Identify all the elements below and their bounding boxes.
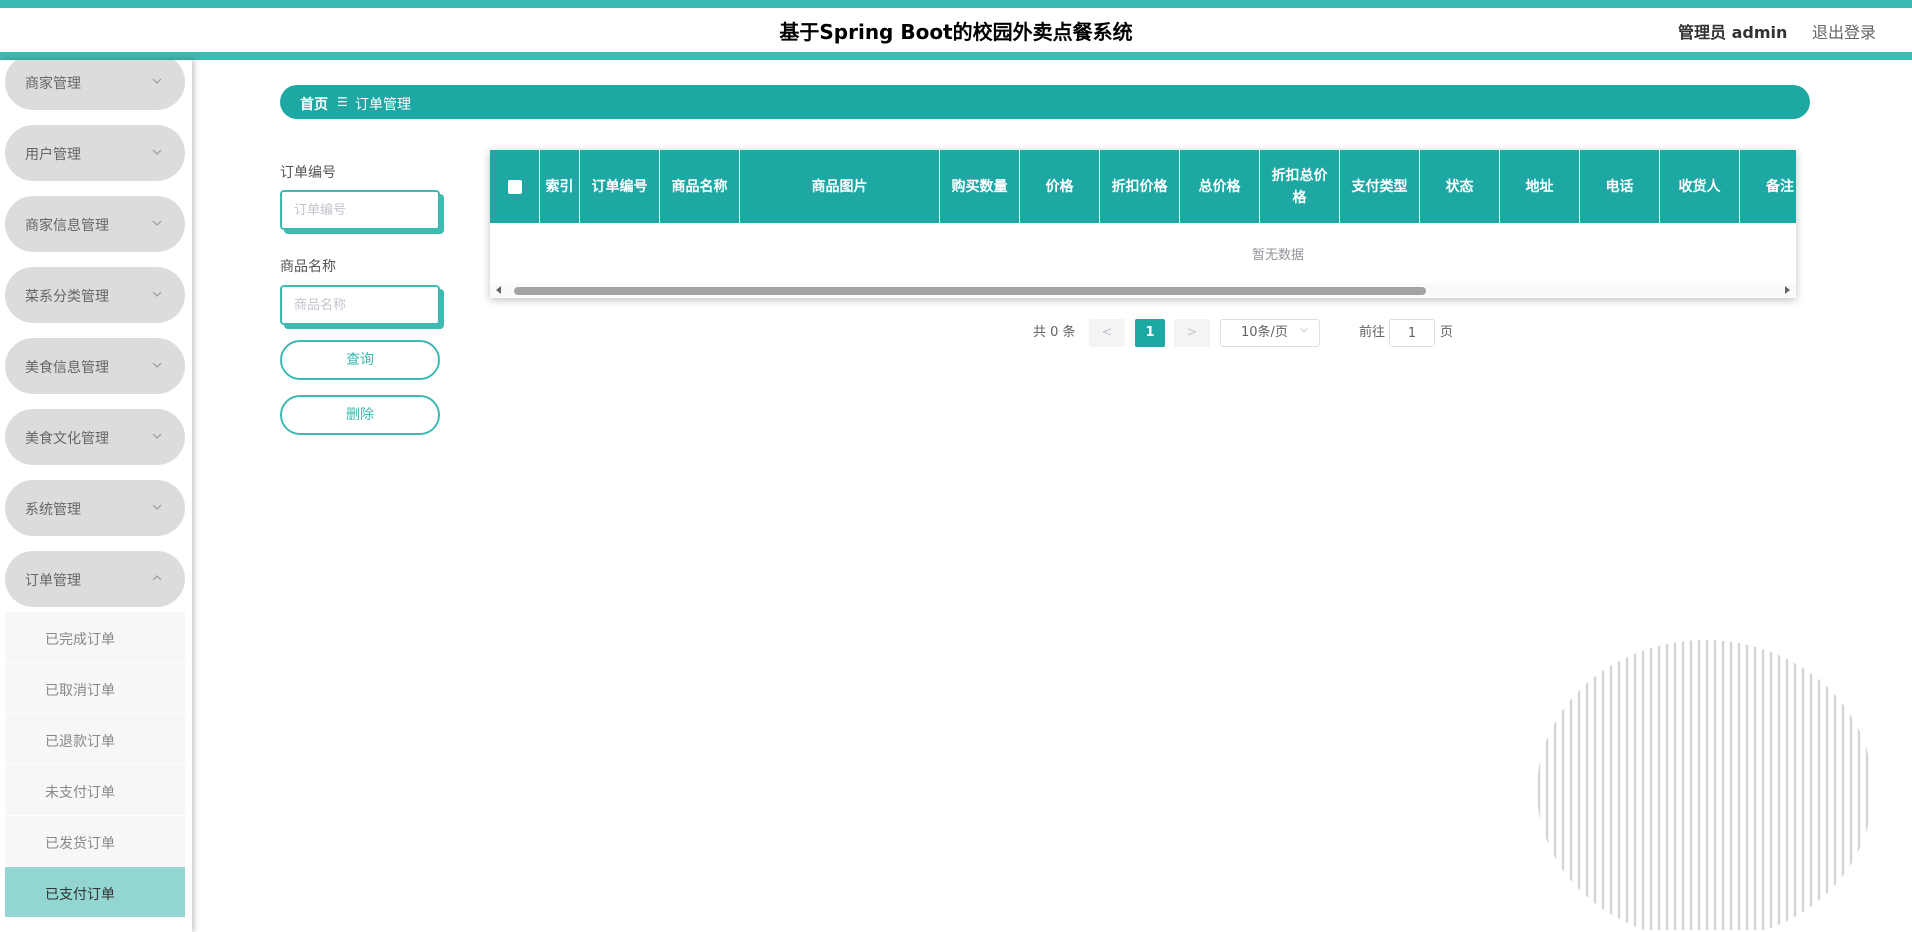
sidebar-item-label: 商家信息管理 [25,218,109,234]
sidebar-item-label: 系统管理 [25,502,81,518]
header-top-stripe [0,0,1912,8]
sidebar-item-label: 美食文化管理 [25,431,109,447]
sidebar-item-food-info-management[interactable]: 美食信息管理 [5,338,185,394]
chevron-up-icon [147,567,167,587]
delete-button[interactable]: 删除 [280,395,440,435]
column-header-order-no[interactable]: 订单编号 [580,150,660,223]
sidebar-item-user-management[interactable]: 用户管理 [5,125,185,181]
pagination-jump-input[interactable] [1390,320,1434,346]
breadcrumb-separator-icon: ☰ [337,95,348,109]
column-header-discount-price[interactable]: 折扣价格 [1100,150,1180,223]
pagination-jump-field [1389,319,1435,347]
column-header-quantity[interactable]: 购买数量 [940,150,1020,223]
column-header-status[interactable]: 状态 [1420,150,1500,223]
sidebar-item-merchant-info-management[interactable]: 商家信息管理 [5,196,185,252]
breadcrumb-home[interactable]: 首页 [300,94,328,114]
chevron-down-icon [147,354,167,374]
chevron-down-icon [147,141,167,161]
submenu-item-completed-orders[interactable]: 已完成订单 [5,612,185,663]
table-horizontal-scrollbar[interactable] [490,283,1796,298]
pagination-total: 共 0 条 [1033,325,1076,340]
empty-text: 暂无数据 [1251,247,1304,263]
order-no-label: 订单编号 [280,165,336,181]
sidebar-item-merchant-management[interactable]: 商家管理 [5,60,185,110]
pagination-prev-button[interactable]: < [1089,319,1125,347]
sidebar-item-cuisine-category-management[interactable]: 菜系分类管理 [5,267,185,323]
header-bottom-stripe [0,52,1912,60]
orders-table: 索引 订单编号 商品名称 商品图片 购买数量 价格 折扣价格 总价格 折扣总价格… [490,150,1796,298]
submenu-item-shipped-orders[interactable]: 已发货订单 [5,816,185,867]
column-header-product-image[interactable]: 商品图片 [740,150,940,223]
logout-link[interactable]: 退出登录 [1812,19,1876,43]
order-no-field [280,190,440,230]
submenu-item-cancelled-orders[interactable]: 已取消订单 [5,663,185,714]
order-no-input[interactable] [282,192,438,228]
product-name-label: 商品名称 [280,259,336,275]
scroll-right-arrow-icon[interactable] [1785,286,1790,294]
scrollbar-thumb[interactable] [514,287,1426,295]
column-header-phone[interactable]: 电话 [1580,150,1660,223]
column-header-payment-type[interactable]: 支付类型 [1340,150,1420,223]
column-header-address[interactable]: 地址 [1500,150,1580,223]
submenu-item-label: 已支付订单 [45,887,115,903]
pagination-goto-label: 前往 [1359,325,1386,340]
submenu-item-unpaid-orders[interactable]: 未支付订单 [5,765,185,816]
column-header-remark[interactable]: 备注 [1740,150,1796,223]
product-name-field [280,285,440,325]
query-button[interactable]: 查询 [280,340,440,380]
chevron-down-icon [147,425,167,445]
chevron-down-icon [147,70,167,90]
column-header-index[interactable]: 索引 [540,150,580,223]
product-name-input[interactable] [282,287,438,323]
pagination-page-1[interactable]: 1 [1135,319,1165,347]
column-header-product-name[interactable]: 商品名称 [660,150,740,223]
submenu-item-label: 已取消订单 [45,683,115,699]
sidebar-item-label: 菜系分类管理 [25,289,109,305]
sidebar-item-label: 美食信息管理 [25,360,109,376]
breadcrumb-current: 订单管理 [355,97,411,113]
current-user: 管理员 admin [1678,23,1788,42]
sidebar-item-label: 用户管理 [25,147,81,163]
chevron-down-icon [147,283,167,303]
sidebar: 商家管理 用户管理 商家信息管理 菜系分类管理 美食信息管理 美食文化管理 系统… [0,60,192,932]
column-header-receiver[interactable]: 收货人 [1660,150,1740,223]
sidebar-item-label: 商家管理 [25,76,81,92]
order-submenu: 已完成订单 已取消订单 已退款订单 未支付订单 已发货订单 已支付订单 [5,612,185,918]
page-size-value: 10条/页 [1241,325,1288,340]
sidebar-item-order-management[interactable]: 订单管理 [5,551,185,607]
pagination-next-button[interactable]: > [1174,319,1210,347]
sidebar-item-food-culture-management[interactable]: 美食文化管理 [5,409,185,465]
column-header-discount-total-price[interactable]: 折扣总价格 [1260,150,1340,223]
chevron-down-icon [147,496,167,516]
scroll-left-arrow-icon[interactable] [496,286,501,294]
table-header: 索引 订单编号 商品名称 商品图片 购买数量 价格 折扣价格 总价格 折扣总价格… [490,150,1796,223]
submenu-item-paid-orders[interactable]: 已支付订单 [5,867,185,918]
chevron-down-icon [147,212,167,232]
breadcrumb: 首页 ☰ 订单管理 [280,85,1810,119]
submenu-item-label: 未支付订单 [45,785,115,801]
submenu-item-label: 已退款订单 [45,734,115,750]
top-header: 基于Spring Boot的校园外卖点餐系统 管理员 admin 退出登录 [0,0,1912,60]
select-all-checkbox[interactable] [507,179,522,194]
chevron-down-icon [1299,320,1309,346]
sidebar-item-label: 订单管理 [25,573,81,589]
column-header-total-price[interactable]: 总价格 [1180,150,1260,223]
decorative-striped-circle-icon [1537,640,1869,930]
sidebar-item-system-management[interactable]: 系统管理 [5,480,185,536]
column-header-price[interactable]: 价格 [1020,150,1100,223]
submenu-item-refunded-orders[interactable]: 已退款订单 [5,714,185,765]
select-all-column [490,150,540,223]
app-title: 基于Spring Boot的校园外卖点餐系统 [779,20,1133,44]
page-size-select[interactable]: 10条/页 [1220,319,1320,347]
submenu-item-label: 已完成订单 [45,632,115,648]
table-empty-state: 暂无数据 [490,223,1796,283]
submenu-item-label: 已发货订单 [45,836,115,852]
pagination-goto-unit: 页 [1440,325,1454,340]
